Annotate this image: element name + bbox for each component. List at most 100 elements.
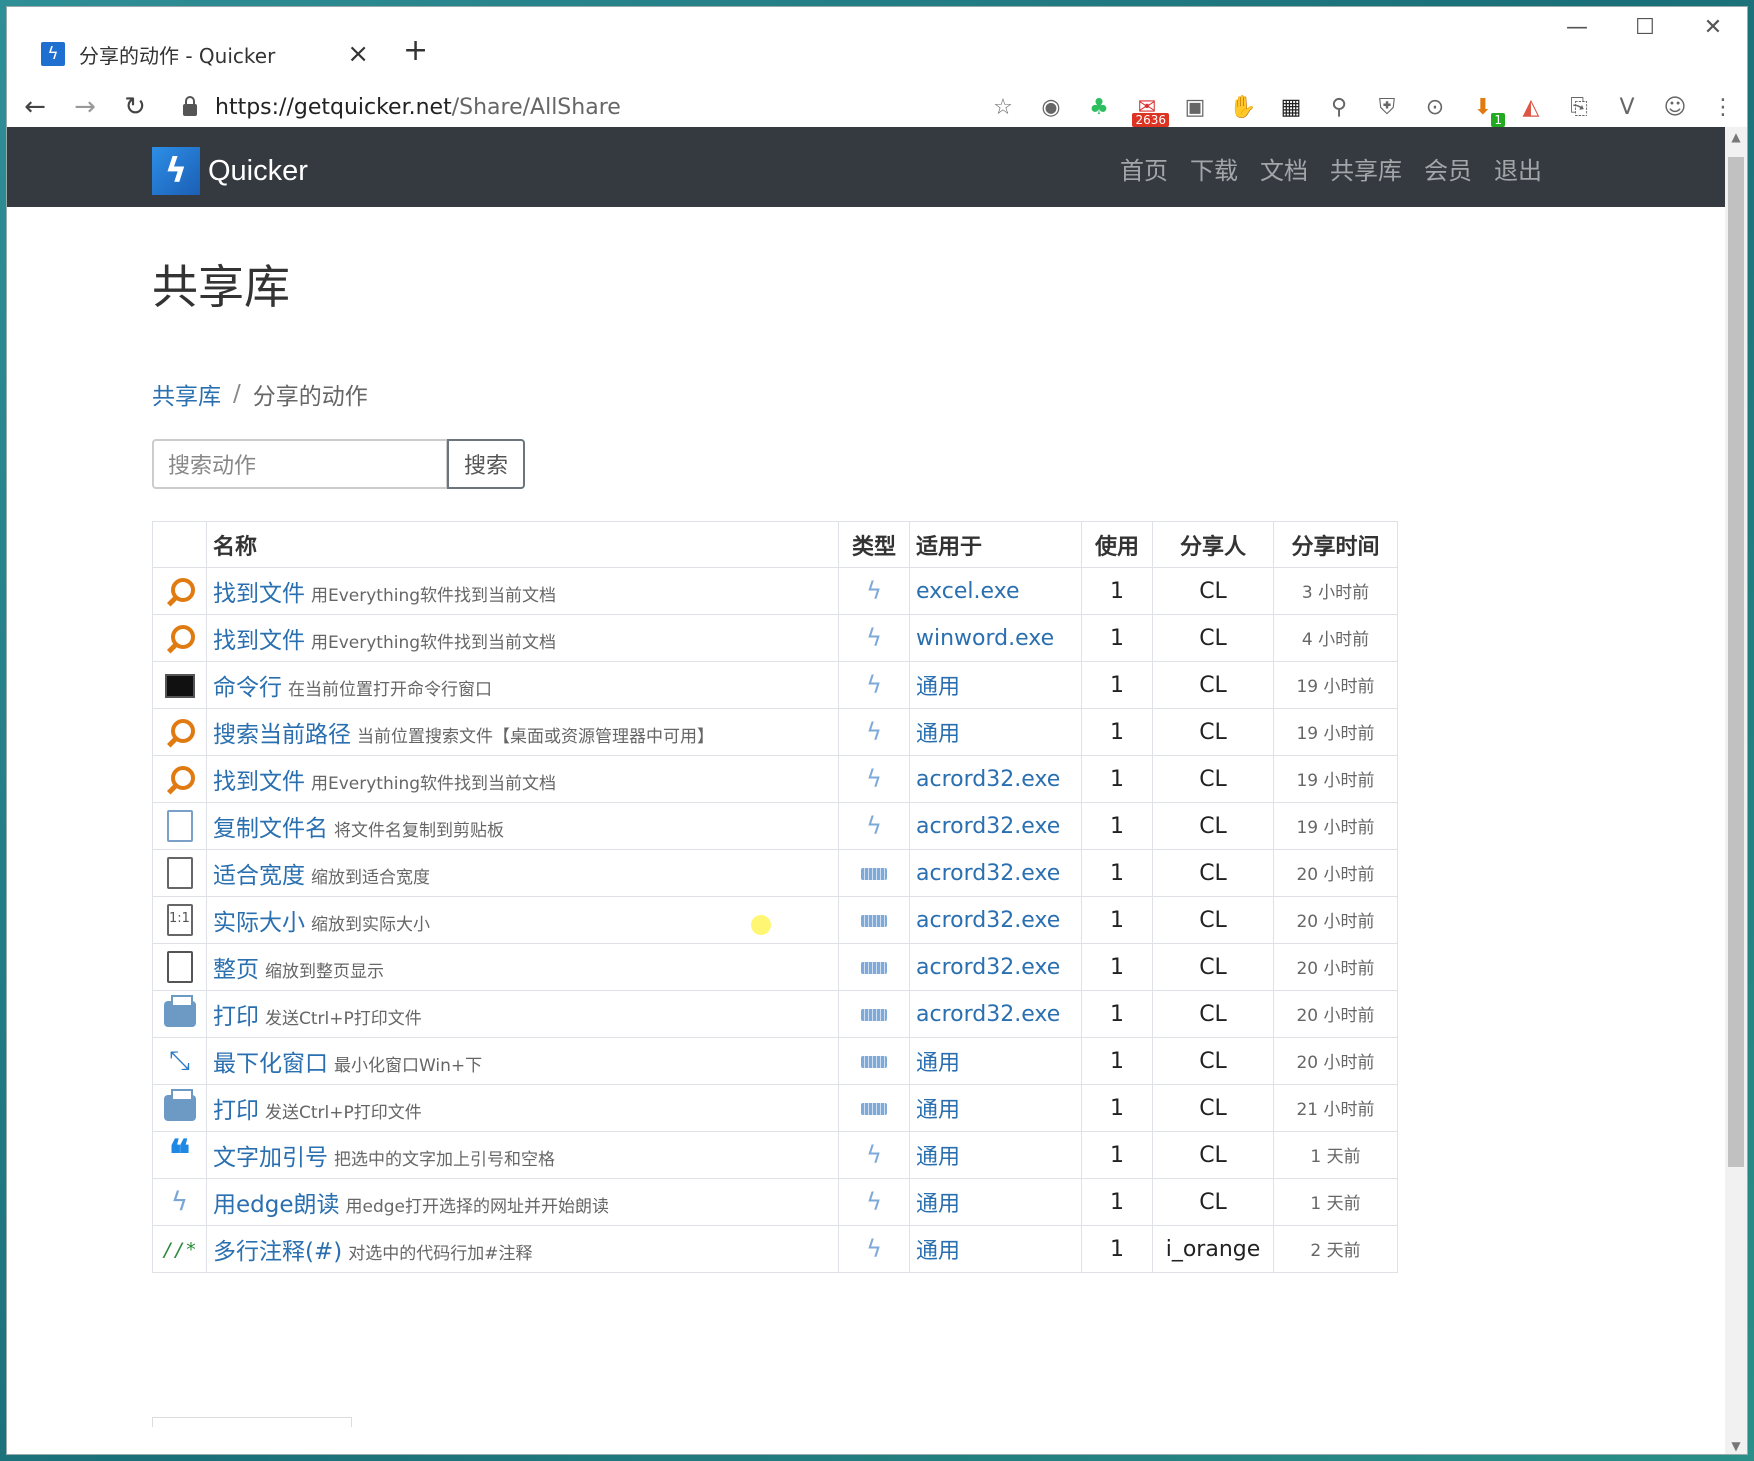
action-name-link[interactable]: 命令行	[213, 675, 282, 701]
mail-extension-icon[interactable]: ✉ 2636	[1123, 85, 1171, 129]
evernote-extension-icon[interactable]: ♣	[1075, 85, 1123, 129]
row-app-link[interactable]: acrord32.exe	[909, 943, 1082, 991]
keyboard-type-icon	[861, 867, 887, 880]
row-uses: 1	[1081, 849, 1153, 897]
adblock-extension-icon[interactable]: ✋	[1219, 85, 1267, 129]
row-app-link[interactable]: acrord32.exe	[909, 896, 1082, 944]
action-name-link[interactable]: 文字加引号	[213, 1145, 328, 1171]
qr-code-extension-icon[interactable]: ▦	[1267, 85, 1315, 129]
forward-button[interactable]: →	[63, 85, 107, 129]
row-icon-cell	[152, 802, 207, 850]
download-badge: 1	[1491, 113, 1505, 127]
row-type-cell: ϟ	[838, 755, 910, 803]
table-row: 搜索当前路径 当前位置搜索文件【桌面或资源管理器中可用】 ϟ 通用 1 CL 19…	[152, 708, 1398, 756]
action-description: 用Everything软件找到当前文档	[311, 633, 557, 653]
row-app-link[interactable]: acrord32.exe	[909, 990, 1082, 1038]
shield-extension-icon[interactable]: ⛨	[1363, 85, 1411, 129]
nav-link-docs[interactable]: 文档	[1260, 151, 1308, 186]
row-app-link[interactable]: 通用	[909, 1084, 1082, 1132]
scroll-up-arrow-icon[interactable]: ▲	[1725, 127, 1747, 147]
row-type-cell: ϟ	[838, 614, 910, 662]
back-button[interactable]: ←	[13, 85, 57, 129]
image-extension-icon[interactable]: ▣	[1171, 85, 1219, 129]
cursor-highlight	[751, 915, 771, 935]
new-tab-button[interactable]: +	[403, 33, 428, 68]
lightning-type-icon: ϟ	[866, 671, 882, 699]
row-app-link[interactable]: acrord32.exe	[909, 755, 1082, 803]
record-extension-icon[interactable]: ◉	[1027, 85, 1075, 129]
row-uses: 1	[1081, 567, 1153, 615]
row-app-link[interactable]: acrord32.exe	[909, 849, 1082, 897]
nav-link-download[interactable]: 下载	[1190, 151, 1238, 186]
pdf-extension-icon[interactable]: ⎘	[1555, 85, 1603, 129]
quicker-favicon-icon: ϟ	[41, 42, 65, 66]
row-app-link[interactable]: 通用	[909, 661, 1082, 709]
action-name-link[interactable]: 打印	[213, 1004, 259, 1030]
row-type-cell	[838, 990, 910, 1038]
minimize-window-button[interactable]: —	[1543, 7, 1611, 47]
row-app-link[interactable]: 通用	[909, 1178, 1082, 1226]
action-name-link[interactable]: 最下化窗口	[213, 1051, 328, 1077]
tab-close-icon[interactable]: ×	[347, 39, 369, 69]
maximize-window-button[interactable]: ☐	[1611, 7, 1679, 47]
search-button[interactable]: 搜索	[447, 439, 525, 489]
minimize-icon: ⤡	[169, 1045, 190, 1076]
reload-button[interactable]: ↻	[113, 85, 157, 129]
action-name-link[interactable]: 搜索当前路径	[213, 722, 351, 748]
sitemap-extension-icon[interactable]: ⚲	[1315, 85, 1363, 129]
action-description: 缩放到实际大小	[311, 915, 430, 935]
action-name-link[interactable]: 复制文件名	[213, 816, 328, 842]
nav-link-logout[interactable]: 退出	[1494, 151, 1542, 186]
lightning-type-icon: ϟ	[866, 624, 882, 652]
paint-extension-icon[interactable]: ◭	[1507, 85, 1555, 129]
breadcrumb-root-link[interactable]: 共享库	[152, 377, 221, 411]
action-name-link[interactable]: 实际大小	[213, 910, 305, 936]
profile-avatar[interactable]: ☺	[1651, 85, 1699, 129]
row-app-link[interactable]: 通用	[909, 1131, 1082, 1179]
vimium-extension-icon[interactable]: V	[1603, 85, 1651, 129]
page-scrollbar[interactable]: ▲ ▼	[1725, 127, 1747, 1454]
action-name-link[interactable]: 找到文件	[213, 581, 305, 607]
scroll-thumb[interactable]	[1728, 157, 1744, 1167]
address-bar[interactable]: https://getquicker.net/Share/AllShare	[183, 89, 963, 125]
download-extension-icon[interactable]: ⬇ 1	[1459, 85, 1507, 129]
close-window-button[interactable]: ✕	[1679, 7, 1747, 47]
header-sharer: 分享人	[1152, 521, 1274, 568]
row-app-link[interactable]: 通用	[909, 1225, 1082, 1273]
nav-link-member[interactable]: 会员	[1424, 151, 1472, 186]
menu-icon[interactable]: ⋮	[1699, 85, 1747, 129]
action-name-link[interactable]: 打印	[213, 1098, 259, 1124]
quicker-logo-icon: ϟ	[152, 147, 200, 195]
row-time: 20 小时前	[1273, 896, 1398, 944]
browser-tab[interactable]: ϟ 分享的动作 - Quicker ×	[31, 25, 379, 83]
row-app-link[interactable]: excel.exe	[909, 567, 1082, 615]
search-group: 搜索动作 搜索	[152, 439, 525, 489]
row-uses: 1	[1081, 943, 1153, 991]
site-brand[interactable]: ϟ Quicker	[152, 147, 308, 195]
action-name-link[interactable]: 整页	[213, 957, 259, 983]
action-name-link[interactable]: 用edge朗读	[213, 1192, 340, 1218]
row-type-cell	[838, 896, 910, 944]
row-app-link[interactable]: 通用	[909, 1037, 1082, 1085]
nav-link-home[interactable]: 首页	[1120, 151, 1168, 186]
row-sharer: CL	[1152, 943, 1274, 991]
row-app-link[interactable]: acrord32.exe	[909, 802, 1082, 850]
table-row: ϟ 用edge朗读 用edge打开选择的网址并开始朗读 ϟ 通用 1 CL 1 天…	[152, 1178, 1398, 1226]
action-name-link[interactable]: 找到文件	[213, 628, 305, 654]
row-type-cell: ϟ	[838, 708, 910, 756]
action-name-link[interactable]: 找到文件	[213, 769, 305, 795]
copy-file-icon	[166, 810, 193, 842]
row-name-cell: 文字加引号 把选中的文字加上引号和空格	[206, 1131, 839, 1179]
search-input[interactable]: 搜索动作	[152, 439, 448, 489]
code-extension-icon[interactable]: ⊙	[1411, 85, 1459, 129]
lightning-type-icon: ϟ	[866, 812, 882, 840]
row-app-link[interactable]: winword.exe	[909, 614, 1082, 662]
scroll-down-arrow-icon[interactable]: ▼	[1725, 1436, 1747, 1454]
action-name-link[interactable]: 多行注释(#)	[213, 1239, 342, 1265]
table-row: 复制文件名 将文件名复制到剪贴板 ϟ acrord32.exe 1 CL 19 小…	[152, 802, 1398, 850]
row-icon-cell: ϟ	[152, 1178, 207, 1226]
bookmark-star-icon[interactable]: ☆	[979, 85, 1027, 129]
nav-link-share-library[interactable]: 共享库	[1330, 151, 1402, 186]
action-name-link[interactable]: 适合宽度	[213, 863, 305, 889]
row-app-link[interactable]: 通用	[909, 708, 1082, 756]
